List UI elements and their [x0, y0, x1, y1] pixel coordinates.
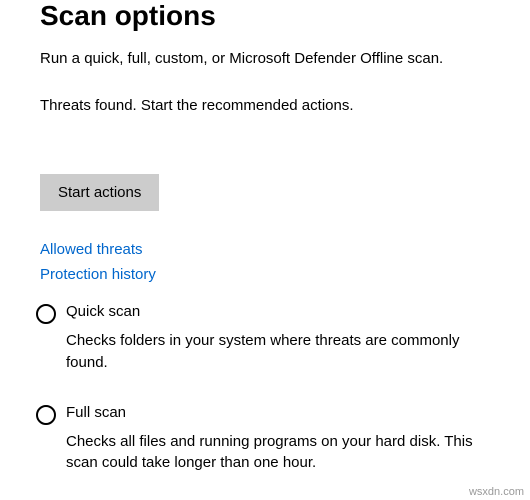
radio-icon	[36, 405, 56, 425]
allowed-threats-link[interactable]: Allowed threats	[40, 241, 490, 258]
radio-description-quick-scan: Checks folders in your system where thre…	[66, 330, 490, 374]
radio-full-scan[interactable]: Full scan	[36, 404, 490, 425]
protection-history-link[interactable]: Protection history	[40, 266, 490, 283]
radio-label-full-scan: Full scan	[66, 404, 126, 421]
page-subtitle: Run a quick, full, custom, or Microsoft …	[40, 50, 490, 67]
page-title: Scan options	[40, 0, 490, 32]
radio-description-full-scan: Checks all files and running programs on…	[66, 431, 490, 475]
radio-label-quick-scan: Quick scan	[66, 303, 140, 320]
radio-icon	[36, 304, 56, 324]
start-actions-button[interactable]: Start actions	[40, 174, 159, 211]
radio-quick-scan[interactable]: Quick scan	[36, 303, 490, 324]
watermark: wsxdn.com	[469, 486, 524, 498]
status-message: Threats found. Start the recommended act…	[40, 97, 490, 114]
